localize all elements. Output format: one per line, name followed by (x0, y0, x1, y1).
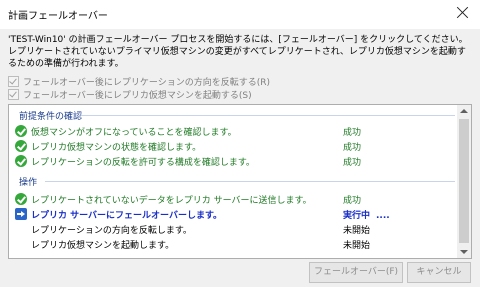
check-icon (15, 140, 27, 152)
scroll-up-icon[interactable] (460, 109, 468, 113)
step-status: 未開始 (343, 241, 371, 251)
step-status: 実行中 (343, 211, 371, 221)
window-title: 計画フェールオーバー (8, 11, 108, 22)
close-button[interactable] (454, 4, 472, 22)
list-item: レプリカ仮想マシンを起動します。 未開始 (15, 238, 455, 251)
arrow-right-icon (15, 208, 27, 220)
check-icon (15, 155, 27, 167)
list-item: レプリカ サーバーにフェールオーバーします。 実行中.... (15, 208, 455, 221)
section-divider (45, 181, 455, 182)
step-status: 未開始 (343, 226, 371, 236)
failover-button[interactable]: フェールオーバー(F) (309, 262, 403, 283)
section-title: 前提条件の確認 (19, 112, 83, 122)
progress-dots: .... (376, 211, 390, 221)
title-bar: 計画フェールオーバー (0, 0, 480, 29)
check-icon (15, 125, 27, 137)
check-icon (15, 193, 27, 205)
step-text: レプリカ仮想マシンの状態を確認します。 (31, 143, 202, 153)
step-text: レプリケートされていないデータをレプリカ サーバーに送信します。 (31, 196, 312, 206)
checkbox-checked-icon (8, 75, 19, 87)
list-item: レプリケートされていないデータをレプリカ サーバーに送信します。 成功 (15, 193, 455, 206)
step-text: レプリケーションの方向を反転します。 (31, 226, 192, 236)
step-text: レプリカ サーバーにフェールオーバーします。 (31, 211, 223, 221)
section-operations: 操作 (19, 175, 455, 188)
vertical-scrollbar[interactable] (457, 105, 471, 258)
step-status: 成功 (343, 158, 362, 168)
list-item: レプリケーションの反転を許可する構成を確認します。 成功 (15, 155, 455, 168)
scroll-down-icon[interactable] (460, 250, 468, 254)
progress-list: 前提条件の確認 仮想マシンがオフになっていることを確認します。 成功 レプリカ仮… (8, 104, 472, 259)
checkbox-label: フェールオーバー後にレプリカ仮想マシンを起動する(S) (23, 90, 252, 101)
step-text: 仮想マシンがオフになっていることを確認します。 (31, 128, 237, 138)
reverse-replication-checkbox[interactable]: フェールオーバー後にレプリケーションの方向を反転する(R) (8, 75, 271, 88)
step-status: 成功 (343, 143, 362, 153)
list-item: レプリケーションの方向を反転します。 未開始 (15, 223, 455, 236)
step-text: レプリカ仮想マシンを起動します。 (31, 241, 175, 251)
step-text: レプリケーションの反転を許可する構成を確認します。 (31, 158, 255, 168)
start-replica-vm-checkbox[interactable]: フェールオーバー後にレプリカ仮想マシンを起動する(S) (8, 88, 252, 101)
description-text: 'TEST-Win10' の計画フェールオーバー プロセスを開始するには、[フェ… (8, 35, 468, 69)
section-prerequisites: 前提条件の確認 (19, 109, 455, 122)
list-item: 仮想マシンがオフになっていることを確認します。 成功 (15, 125, 455, 138)
checkbox-label: フェールオーバー後にレプリケーションの方向を反転する(R) (23, 77, 271, 88)
step-status: 成功 (343, 196, 362, 206)
section-title: 操作 (19, 178, 38, 188)
step-status: 成功 (343, 128, 362, 138)
section-divider (81, 115, 455, 116)
checkbox-checked-icon (8, 88, 19, 100)
scroll-thumb[interactable] (459, 119, 469, 243)
list-item: レプリカ仮想マシンの状態を確認します。 成功 (15, 140, 455, 153)
cancel-button[interactable]: キャンセル (407, 262, 471, 283)
